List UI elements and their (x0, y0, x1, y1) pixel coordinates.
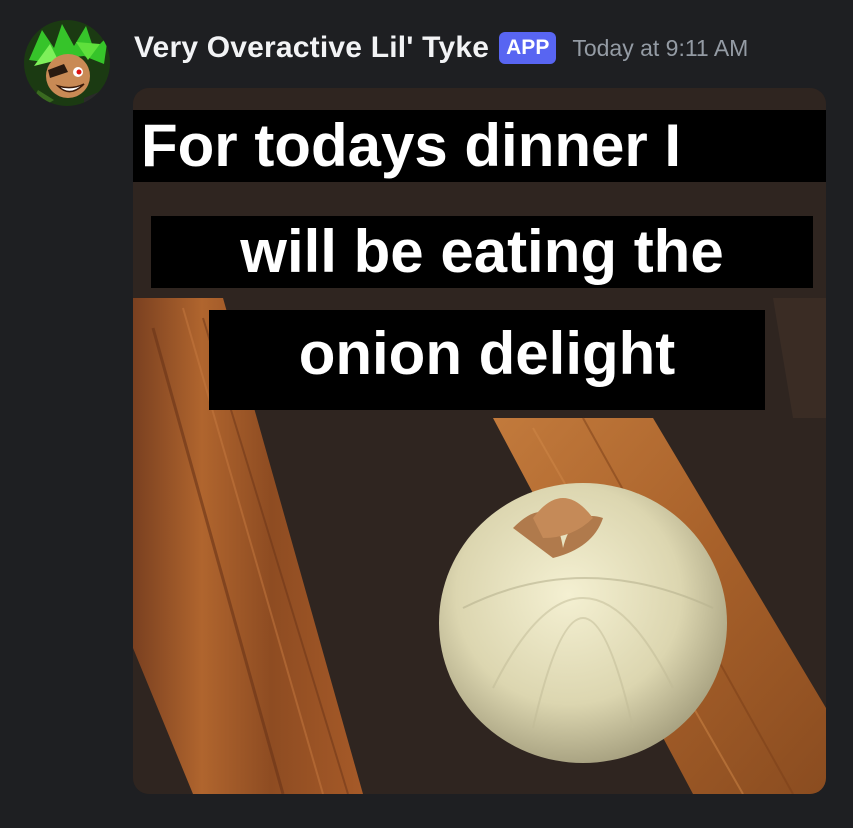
caption-line-2: will be eating the (151, 216, 813, 288)
message-header: Very Overactive Lil' Tyke APP Today at 9… (134, 26, 748, 70)
caption-line-1: For todays dinner I (133, 110, 826, 182)
attachment-image (133, 88, 826, 794)
message-timestamp[interactable]: Today at 9:11 AM (572, 35, 748, 62)
app-badge: APP (499, 32, 557, 64)
image-attachment[interactable]: For todays dinner I will be eating the o… (133, 88, 826, 794)
caption-line-3: onion delight (209, 310, 765, 410)
bot-avatar-icon (24, 20, 110, 106)
author-name[interactable]: Very Overactive Lil' Tyke (134, 31, 489, 65)
chat-message: Very Overactive Lil' Tyke APP Today at 9… (0, 0, 853, 828)
author-avatar[interactable] (24, 20, 110, 106)
